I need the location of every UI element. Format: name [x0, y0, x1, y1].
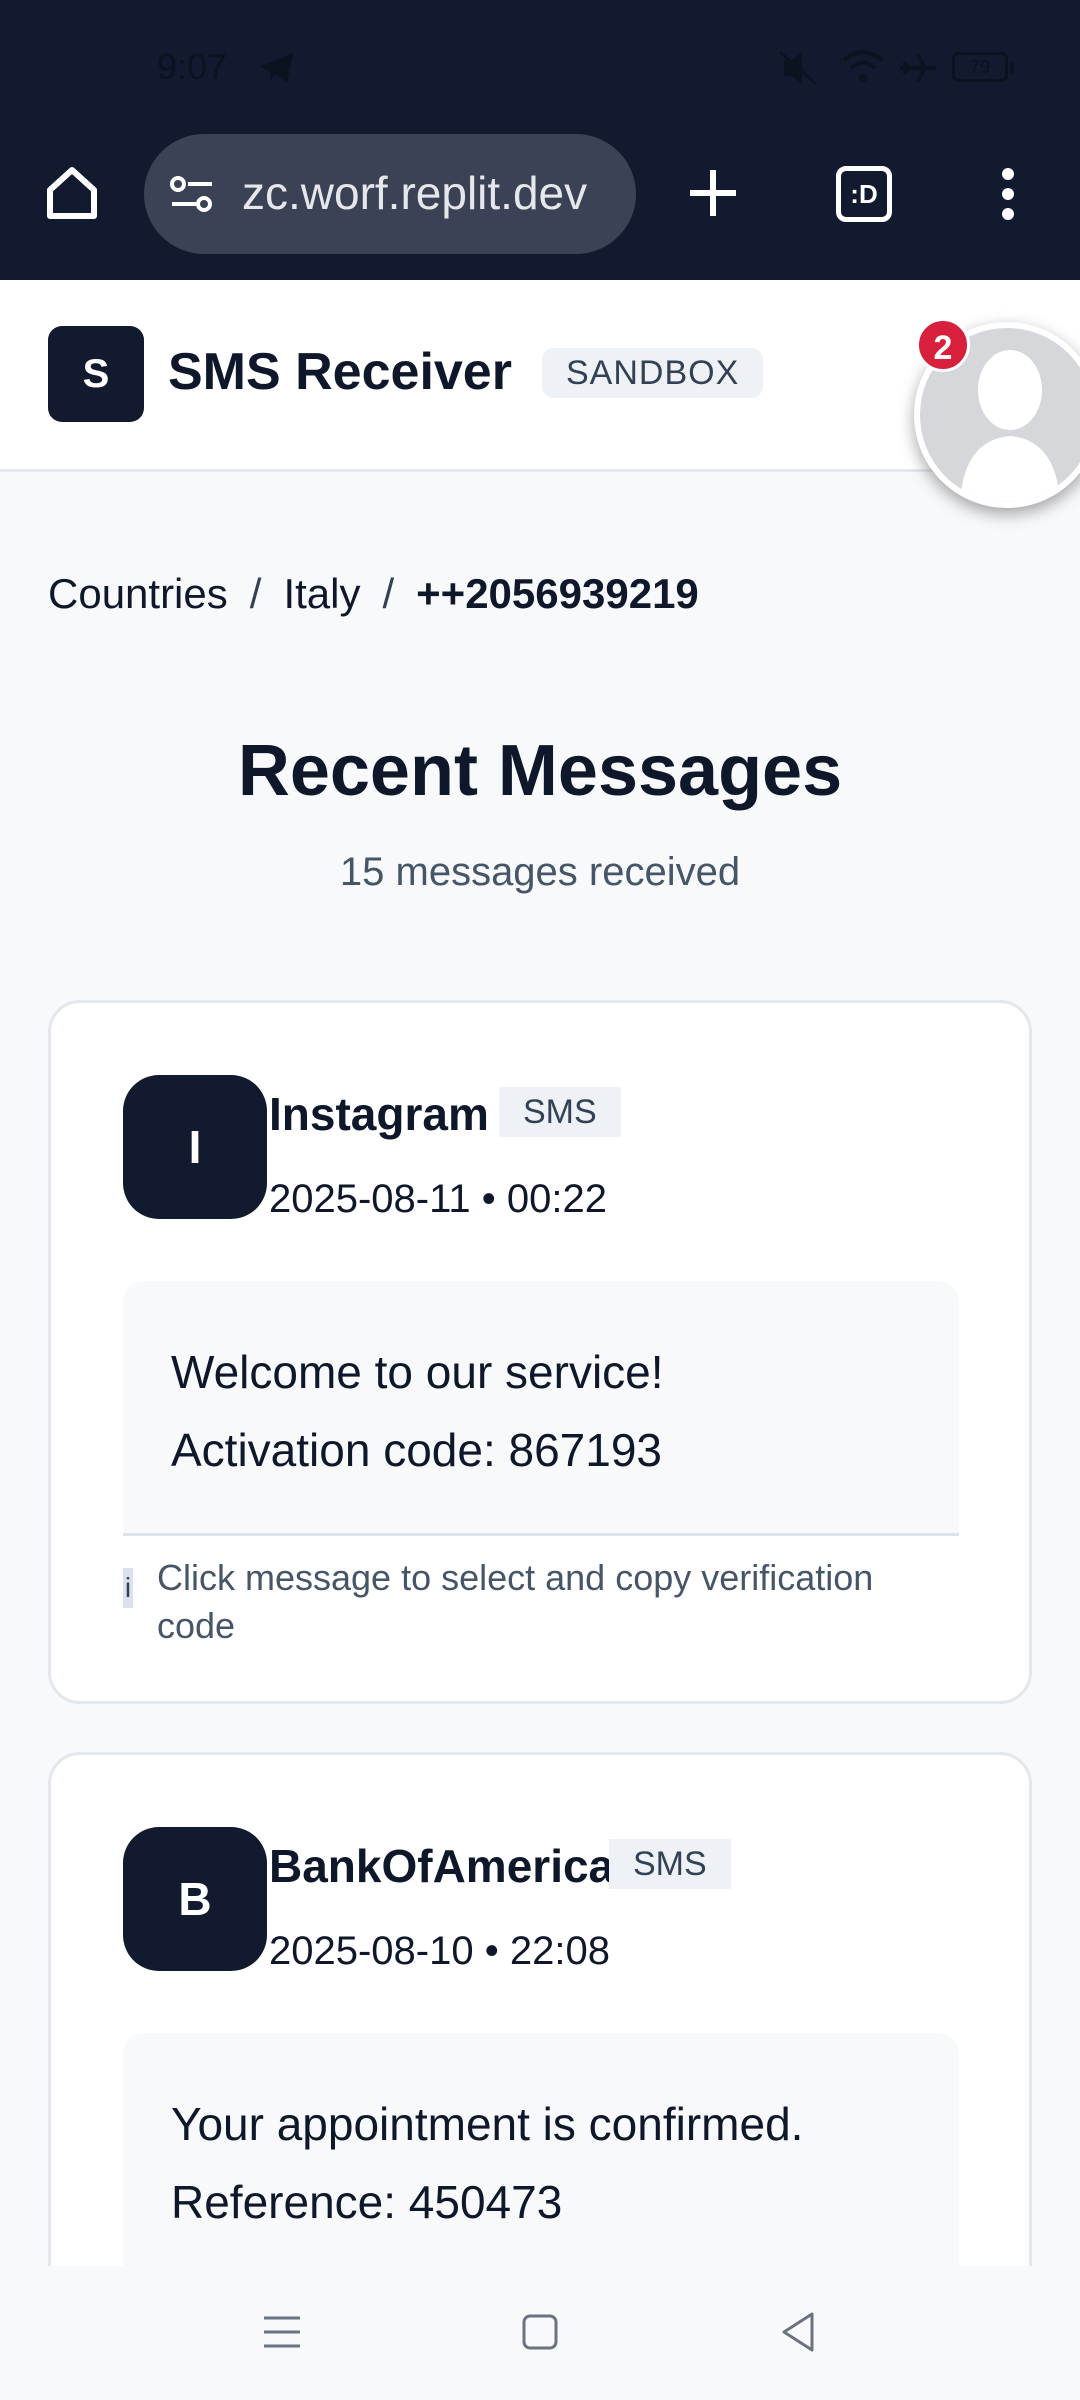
- telegram-icon: [258, 50, 296, 91]
- breadcrumb-separator: /: [249, 570, 262, 617]
- message-card: I Instagram SMS 2025-08-11 • 00:22 Welco…: [48, 1000, 1032, 1704]
- home-icon[interactable]: [42, 162, 102, 227]
- breadcrumb-italy[interactable]: Italy: [283, 570, 360, 617]
- message-count: 15 messages received: [339, 850, 741, 894]
- copy-hint-text: Click message to select and copy verific…: [157, 1557, 874, 1646]
- message-timestamp: 2025-08-10 • 22:08: [269, 1929, 610, 1973]
- breadcrumb-countries[interactable]: Countries: [48, 570, 228, 617]
- browser-chrome: 9:07 79 zc.worf.replit.dev :D: [0, 0, 1080, 280]
- site-settings-icon[interactable]: [168, 172, 216, 221]
- breadcrumb: Countries / Italy / ++2056939219: [48, 570, 699, 618]
- message-type-badge: SMS: [609, 1839, 731, 1889]
- mute-icon: [776, 50, 820, 91]
- sender-name: BankOfAmerica: [269, 1840, 615, 1892]
- app-title[interactable]: SMS Receiver: [168, 342, 512, 402]
- sender-avatar: I: [123, 1075, 267, 1219]
- message-body[interactable]: Welcome to our service! Activation code:…: [123, 1281, 959, 1535]
- message-line: Welcome to our service!: [171, 1346, 664, 1398]
- message-line: Reference: 450473: [171, 2176, 563, 2228]
- wifi-icon: [842, 50, 884, 89]
- status-time: 9:07: [157, 46, 228, 87]
- message-type-badge: SMS: [499, 1087, 621, 1137]
- info-icon: i: [123, 1568, 133, 1608]
- status-bar: 9:07 79: [0, 0, 1080, 136]
- more-menu-icon[interactable]: [1000, 166, 1016, 227]
- breadcrumb-current-number: ++2056939219: [416, 570, 699, 617]
- notification-badge[interactable]: 2: [916, 318, 970, 372]
- tab-switcher-icon[interactable]: :D: [836, 166, 892, 222]
- sender-avatar: B: [123, 1827, 267, 1971]
- copy-hint: i Click message to select and copy verif…: [123, 1533, 959, 1650]
- message-line: Activation code: 867193: [171, 1424, 663, 1476]
- sandbox-badge: SANDBOX: [542, 348, 764, 398]
- sender-name: Instagram: [269, 1088, 489, 1140]
- url-text[interactable]: zc.worf.replit.dev: [242, 166, 622, 220]
- breadcrumb-separator: /: [382, 570, 395, 617]
- page-title: Recent Messages: [237, 731, 843, 811]
- home-nav-icon[interactable]: [520, 2312, 560, 2357]
- app-logo[interactable]: S: [48, 326, 144, 422]
- new-tab-icon[interactable]: [686, 166, 740, 225]
- message-timestamp: 2025-08-11 • 00:22: [269, 1177, 607, 1221]
- system-nav-bar: [0, 2266, 1080, 2400]
- message-line: Your appointment is confirmed.: [171, 2098, 804, 2150]
- recent-apps-icon[interactable]: [262, 2312, 302, 2357]
- message-body[interactable]: Your appointment is confirmed. Reference…: [123, 2033, 959, 2287]
- airplane-icon: [898, 50, 938, 91]
- battery-icon: 79: [952, 52, 1014, 82]
- back-nav-icon[interactable]: [778, 2310, 818, 2359]
